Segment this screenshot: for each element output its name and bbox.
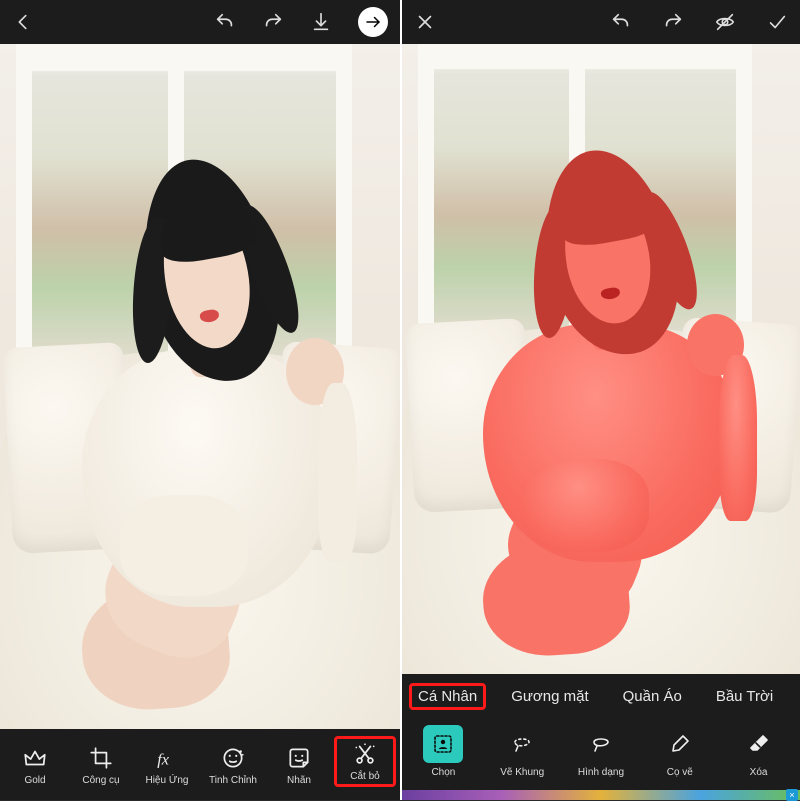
- editor-screen-main: Gold Công cụ fx Hiệu Ứng Tinh Chỉnh Nhãn…: [0, 0, 400, 800]
- tool-label: Gold: [24, 775, 45, 786]
- chip-canhan[interactable]: Cá Nhân: [410, 684, 485, 709]
- tool-hieuung[interactable]: fx Hiệu Ứng: [137, 745, 197, 786]
- ctool-label: Hình dạng: [578, 767, 624, 778]
- tool-gold[interactable]: Gold: [5, 745, 65, 786]
- svg-text:fx: fx: [157, 751, 170, 769]
- ctool-label: Cọ vẽ: [667, 767, 693, 778]
- tool-tinhchinh[interactable]: Tinh Chỉnh: [203, 745, 263, 786]
- lasso-solid-icon: [581, 725, 621, 763]
- image-canvas-cutout[interactable]: [402, 44, 800, 674]
- edited-photo: [0, 44, 400, 729]
- close-icon[interactable]: [414, 11, 436, 33]
- select-person-icon: [423, 725, 463, 763]
- ctool-cove[interactable]: Cọ vẽ: [648, 725, 712, 778]
- image-canvas[interactable]: [0, 44, 400, 729]
- chip-guongmat[interactable]: Gương mặt: [503, 684, 596, 709]
- ctool-xoa[interactable]: Xóa: [727, 725, 791, 778]
- confirm-icon[interactable]: [766, 11, 788, 33]
- undo-icon[interactable]: [214, 11, 236, 33]
- brush-icon: [660, 725, 700, 763]
- chip-bautroi[interactable]: Bầu Trời: [708, 684, 781, 709]
- selection-chips: Cá Nhân Gương mặt Quần Áo Bầu Trời: [402, 674, 800, 719]
- tool-label: Cắt bỏ: [350, 771, 379, 782]
- tool-label: Hiệu Ứng: [145, 775, 188, 786]
- eraser-preview-icon[interactable]: [714, 11, 736, 33]
- topbar-cutout: [402, 0, 800, 44]
- tool-label: Công cụ: [82, 775, 119, 786]
- ctool-label: Xóa: [750, 767, 768, 778]
- ad-close-icon[interactable]: ×: [786, 789, 798, 801]
- next-button[interactable]: [358, 7, 388, 37]
- cutout-toolbar: Chọn Vẽ Khung Hình dạng Cọ vẽ Xóa: [402, 719, 800, 790]
- topbar-main: [0, 0, 400, 44]
- tool-catbo[interactable]: Cắt bỏ: [335, 737, 395, 786]
- redo-icon[interactable]: [662, 11, 684, 33]
- ad-banner[interactable]: ×: [402, 790, 800, 800]
- editor-screen-cutout: Cá Nhân Gương mặt Quần Áo Bầu Trời Chọn …: [400, 0, 800, 800]
- ctool-hinhdang[interactable]: Hình dạng: [569, 725, 633, 778]
- undo-icon[interactable]: [610, 11, 632, 33]
- chip-quanao[interactable]: Quần Áo: [615, 684, 690, 709]
- eraser-icon: [739, 725, 779, 763]
- tool-label: Nhãn: [287, 775, 311, 786]
- redo-icon[interactable]: [262, 11, 284, 33]
- tool-nhan[interactable]: Nhãn: [269, 745, 329, 786]
- tool-label: Tinh Chỉnh: [209, 775, 257, 786]
- ctool-vekhung[interactable]: Vẽ Khung: [490, 725, 554, 778]
- edited-photo-masked: [402, 44, 800, 674]
- download-icon[interactable]: [310, 11, 332, 33]
- tool-congcu[interactable]: Công cụ: [71, 745, 131, 786]
- ctool-label: Vẽ Khung: [500, 767, 544, 778]
- lasso-dash-icon: [502, 725, 542, 763]
- ctool-chon[interactable]: Chọn: [411, 725, 475, 778]
- back-icon[interactable]: [12, 11, 34, 33]
- main-toolbar: Gold Công cụ fx Hiệu Ứng Tinh Chỉnh Nhãn…: [0, 729, 400, 800]
- ctool-label: Chọn: [431, 767, 455, 778]
